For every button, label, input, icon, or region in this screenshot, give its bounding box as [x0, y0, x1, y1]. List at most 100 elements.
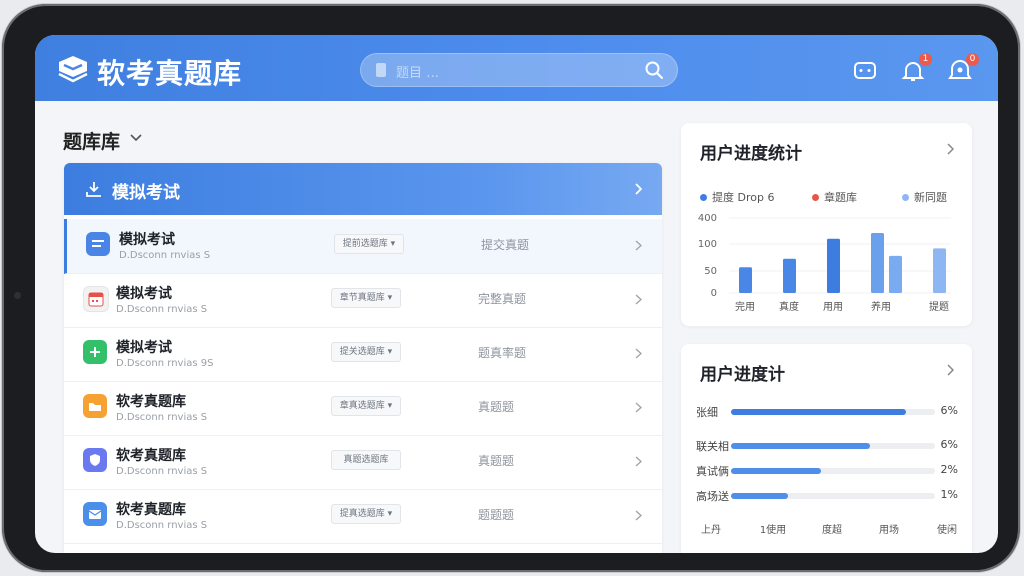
x-tick-label: 养用 — [871, 300, 891, 313]
row-status: 完整真题 — [478, 292, 527, 306]
progress-label: 高场送 — [696, 490, 729, 503]
progress-panel-title: 用户进度计 — [700, 365, 785, 385]
list-item[interactable]: 软考真题库 D.Dsconn rnvias S 章真选题库 ▾ 真题题 — [64, 381, 662, 436]
y-tick-label: 400 — [698, 213, 717, 224]
row-title: 模拟考试 — [116, 340, 172, 356]
category-dropdown[interactable]: 提真选题库 ▾ — [331, 504, 401, 524]
document-icon — [376, 63, 386, 77]
app-title: 软考真题库 — [97, 57, 243, 90]
library-title[interactable]: 题库库 — [63, 127, 120, 154]
profile-button[interactable]: 0 — [948, 53, 979, 83]
row-subtitle: D.Dsconn rnvias S — [119, 250, 211, 261]
category-dropdown[interactable]: 提关选题库 ▾ — [331, 342, 401, 362]
list-item[interactable]: 软考真题库 D.Dsconn rnvias S 真题选题库 真题题 — [64, 435, 662, 490]
chevron-right-icon — [635, 183, 642, 195]
search-icon[interactable] — [644, 60, 664, 80]
row-status: 题题题 — [478, 508, 515, 522]
chevron-right-icon[interactable] — [947, 143, 954, 155]
chevron-right-icon — [635, 348, 642, 359]
question-bank-list: 模拟考试 模拟考试 D.Dsconn rnvias S 提前选题库 ▾ 提交真题 模拟考… — [64, 163, 662, 553]
chat-icon[interactable] — [853, 59, 877, 83]
category-dropdown[interactable]: 章真选题库 ▾ — [331, 396, 401, 416]
chart-bar — [827, 238, 840, 293]
progress-value: 6% — [940, 404, 958, 417]
row-title: 软考真题库 — [116, 448, 186, 464]
row-status: 真题题 — [478, 400, 515, 414]
plus-icon — [83, 340, 107, 364]
x-tick-label: 真度 — [779, 300, 799, 313]
progress-label: 联关相 — [696, 440, 729, 453]
folder-icon — [83, 394, 107, 418]
mail-icon — [83, 502, 107, 526]
calendar-icon — [83, 286, 109, 312]
row-title: 模拟考试 — [116, 286, 172, 302]
list-item[interactable]: 模拟考试 D.Dsconn rnvias 9S 提关选题库 ▾ 题真率题 — [64, 327, 662, 382]
x-axis-label: 1使用 — [759, 525, 787, 536]
chevron-down-icon[interactable] — [130, 133, 142, 143]
row-title: 模拟考试 — [119, 232, 175, 248]
y-tick-label: 100 — [698, 239, 717, 250]
category-dropdown[interactable]: 真题选题库 — [331, 450, 401, 470]
progress-label: 真试俩 — [696, 465, 729, 478]
x-tick-label: 用用 — [823, 302, 843, 313]
progress-track — [731, 468, 935, 474]
user-stats-panel: 用户进度统计 提度 Drop 6 章题库 新同题 400 100 50 0 完用 真度 用用 — [681, 123, 972, 326]
list-item[interactable]: 模拟考试 D.Dsconn rnvias S 提前选题库 ▾ 提交真题 — [64, 219, 662, 274]
notification-badge: 1 — [919, 53, 932, 66]
profile-badge: 0 — [966, 53, 979, 66]
chart-bar — [783, 258, 796, 293]
list-item[interactable]: 软考真题库 D.Dsconn rnvias S 提真选题库 ▾ 题题题 — [64, 489, 662, 544]
progress-fill — [731, 493, 789, 499]
doc-icon — [86, 232, 110, 256]
y-tick-label: 50 — [704, 266, 717, 277]
chart-bar — [871, 233, 884, 293]
screen: 软考真题库 题目 … 1 0 题库库 模拟考试 模拟考试 D.Dsconn rn… — [35, 35, 998, 553]
progress-fill — [731, 468, 821, 474]
x-axis-label: 使闲 — [937, 525, 957, 536]
row-status: 题真率题 — [478, 346, 527, 360]
progress-value: 6% — [940, 438, 958, 451]
stats-panel-title: 用户进度统计 — [700, 144, 802, 164]
progress-track — [731, 409, 935, 415]
row-subtitle: D.Dsconn rnvias S — [116, 466, 208, 477]
row-subtitle: D.Dsconn rnvias S — [116, 412, 208, 423]
row-status: 提交真题 — [481, 238, 530, 252]
featured-mock-exam[interactable]: 模拟考试 — [64, 163, 662, 215]
legend-dot — [700, 193, 707, 201]
x-axis-label: 度超 — [822, 525, 842, 536]
tablet-frame: 软考真题库 题目 … 1 0 题库库 模拟考试 模拟考试 D.Dsconn rn… — [2, 4, 1020, 572]
x-axis-label: 上丹 — [701, 525, 721, 536]
chevron-right-icon — [635, 510, 642, 521]
chevron-right-icon[interactable] — [947, 364, 954, 376]
x-tick-label: 提题 — [929, 301, 949, 313]
featured-label: 模拟考试 — [112, 183, 180, 203]
x-tick-label: 完用 — [735, 300, 755, 313]
row-title: 软考真题库 — [116, 502, 186, 518]
chevron-right-icon — [635, 456, 642, 467]
search-placeholder: 题目 … — [396, 66, 440, 81]
download-icon — [86, 182, 101, 197]
chart-bar — [739, 267, 752, 293]
chevron-right-icon — [635, 240, 642, 251]
logo-icon — [58, 56, 88, 83]
progress-label: 张细 — [696, 406, 718, 419]
progress-value: 1% — [940, 488, 958, 501]
camera-dot — [14, 292, 21, 299]
shield-icon — [83, 448, 107, 472]
search-bar[interactable]: 题目 … — [360, 53, 678, 87]
notification-button[interactable]: 1 — [901, 53, 932, 83]
y-tick-label: 0 — [711, 288, 717, 299]
progress-bar-chart: 400 100 50 0 完用 真度 用用 养用 提题 — [698, 213, 951, 313]
chart-bar — [889, 255, 902, 293]
x-axis-label: 用场 — [879, 525, 899, 536]
category-dropdown[interactable]: 章节真题库 ▾ — [331, 288, 401, 308]
row-subtitle: D.Dsconn rnvias S — [116, 304, 208, 315]
chart-bar — [933, 248, 946, 293]
progress-fill — [731, 443, 870, 449]
legend-dot — [902, 193, 909, 201]
list-item[interactable]: 模拟考试 D.Dsconn rnvias S 章节真题库 ▾ 完整真题 — [64, 273, 662, 328]
category-dropdown[interactable]: 提前选题库 ▾ — [334, 234, 404, 254]
progress-value: 2% — [940, 463, 958, 476]
progress-track — [731, 493, 935, 499]
row-subtitle: D.Dsconn rnvias 9S — [116, 358, 214, 369]
